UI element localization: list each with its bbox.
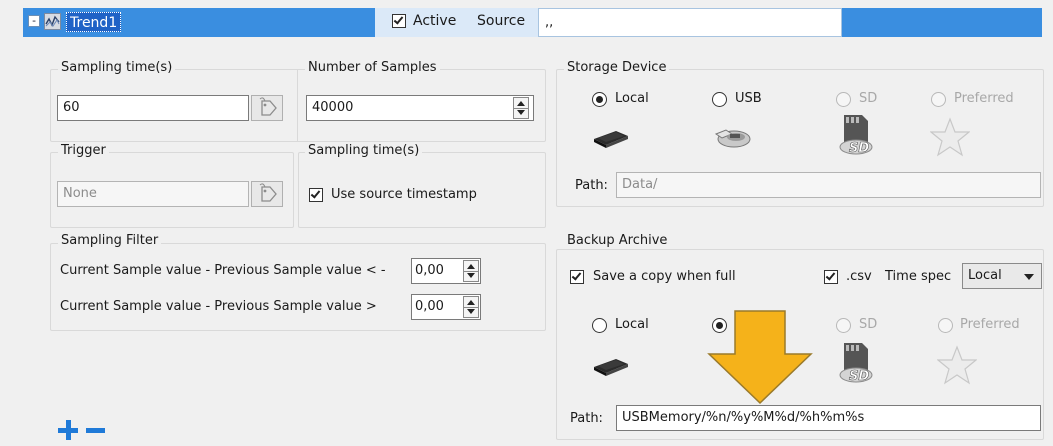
backup-local-radio[interactable]	[592, 318, 607, 333]
number-of-samples-spinner[interactable]	[513, 97, 529, 119]
trigger-input[interactable]: None	[57, 181, 249, 207]
sd-card-icon: SD	[839, 115, 873, 156]
trigger-label: Trigger	[58, 143, 109, 158]
backup-path-input[interactable]: USBMemory/%n/%y%M%d/%h%m%s	[616, 405, 1041, 431]
star-icon	[930, 117, 970, 157]
filter-row1-spinner[interactable]	[463, 260, 479, 282]
svg-text:SD: SD	[849, 141, 869, 156]
annotation-arrow-down-icon	[707, 310, 813, 405]
trend-name-field[interactable]: Trend1	[66, 12, 122, 32]
storage-local-label: Local	[615, 91, 649, 106]
sampling-filter-label: Sampling Filter	[58, 233, 162, 248]
storage-local-radio[interactable]	[592, 92, 607, 107]
minus-icon[interactable]	[86, 428, 105, 433]
sd-card-icon: SD	[839, 343, 873, 384]
backup-preferred-radio[interactable]	[938, 318, 953, 333]
filter-row2-spinner[interactable]	[463, 296, 479, 318]
trigger-tag-button[interactable]	[251, 181, 283, 207]
usb-drive-icon	[714, 129, 751, 148]
backup-archive-label: Backup Archive	[564, 233, 671, 248]
trend-chart-icon	[44, 13, 61, 30]
chip-icon	[594, 359, 628, 376]
sampling-time2-label: Sampling time(s)	[305, 143, 423, 158]
use-source-timestamp-label: Use source timestamp	[331, 187, 477, 202]
trigger-placeholder: None	[63, 186, 97, 201]
storage-sd-label: SD	[859, 91, 878, 106]
time-spec-value: Local	[968, 268, 1002, 283]
chip-icon	[594, 131, 628, 148]
source-input[interactable]: ,,	[538, 8, 842, 37]
save-copy-label: Save a copy when full	[593, 269, 736, 284]
active-checkbox[interactable]	[392, 14, 406, 28]
number-of-samples-input[interactable]: 40000	[306, 95, 534, 121]
storage-usb-label: USB	[735, 91, 762, 106]
source-value: ,,	[545, 15, 554, 30]
plus-icon[interactable]	[58, 420, 78, 440]
chevron-down-icon	[1024, 274, 1034, 280]
csv-label: .csv	[846, 269, 872, 284]
use-source-timestamp-checkbox[interactable]	[309, 188, 323, 202]
sampling-time-label: Sampling time(s)	[58, 60, 176, 75]
storage-sd-radio[interactable]	[836, 92, 851, 107]
backup-path-label: Path:	[570, 411, 603, 426]
sampling-divider	[297, 69, 298, 142]
storage-device-label: Storage Device	[564, 60, 670, 75]
backup-sd-label: SD	[859, 317, 878, 332]
trend-header-right-area	[842, 8, 1042, 37]
backup-sd-radio[interactable]	[836, 318, 851, 333]
time-spec-select[interactable]: Local	[962, 263, 1042, 289]
tag-icon	[259, 97, 277, 116]
sampling-time-input[interactable]: 60	[57, 95, 249, 121]
number-of-samples-label: Number of Samples	[305, 60, 440, 75]
tag-icon	[259, 183, 277, 202]
filter-row1-label: Current Sample value - Previous Sample v…	[60, 263, 386, 278]
collapse-icon[interactable]: -	[28, 15, 40, 27]
storage-path-input[interactable]: Data/	[616, 172, 1041, 198]
filter-row2-label: Current Sample value - Previous Sample v…	[60, 299, 377, 314]
svg-text:SD: SD	[849, 369, 869, 384]
star-icon	[937, 345, 977, 385]
source-label: Source	[477, 13, 526, 29]
time-spec-label: Time spec	[885, 269, 952, 284]
storage-preferred-radio[interactable]	[931, 92, 946, 107]
save-copy-checkbox[interactable]	[570, 270, 584, 284]
storage-usb-radio[interactable]	[712, 92, 727, 107]
active-label: Active	[413, 13, 457, 29]
csv-checkbox[interactable]	[824, 270, 838, 284]
storage-preferred-label: Preferred	[954, 91, 1014, 106]
storage-path-label: Path:	[575, 178, 608, 193]
backup-preferred-label: Preferred	[960, 317, 1020, 332]
sampling-time-tag-button[interactable]	[251, 95, 283, 121]
backup-local-label: Local	[615, 317, 649, 332]
